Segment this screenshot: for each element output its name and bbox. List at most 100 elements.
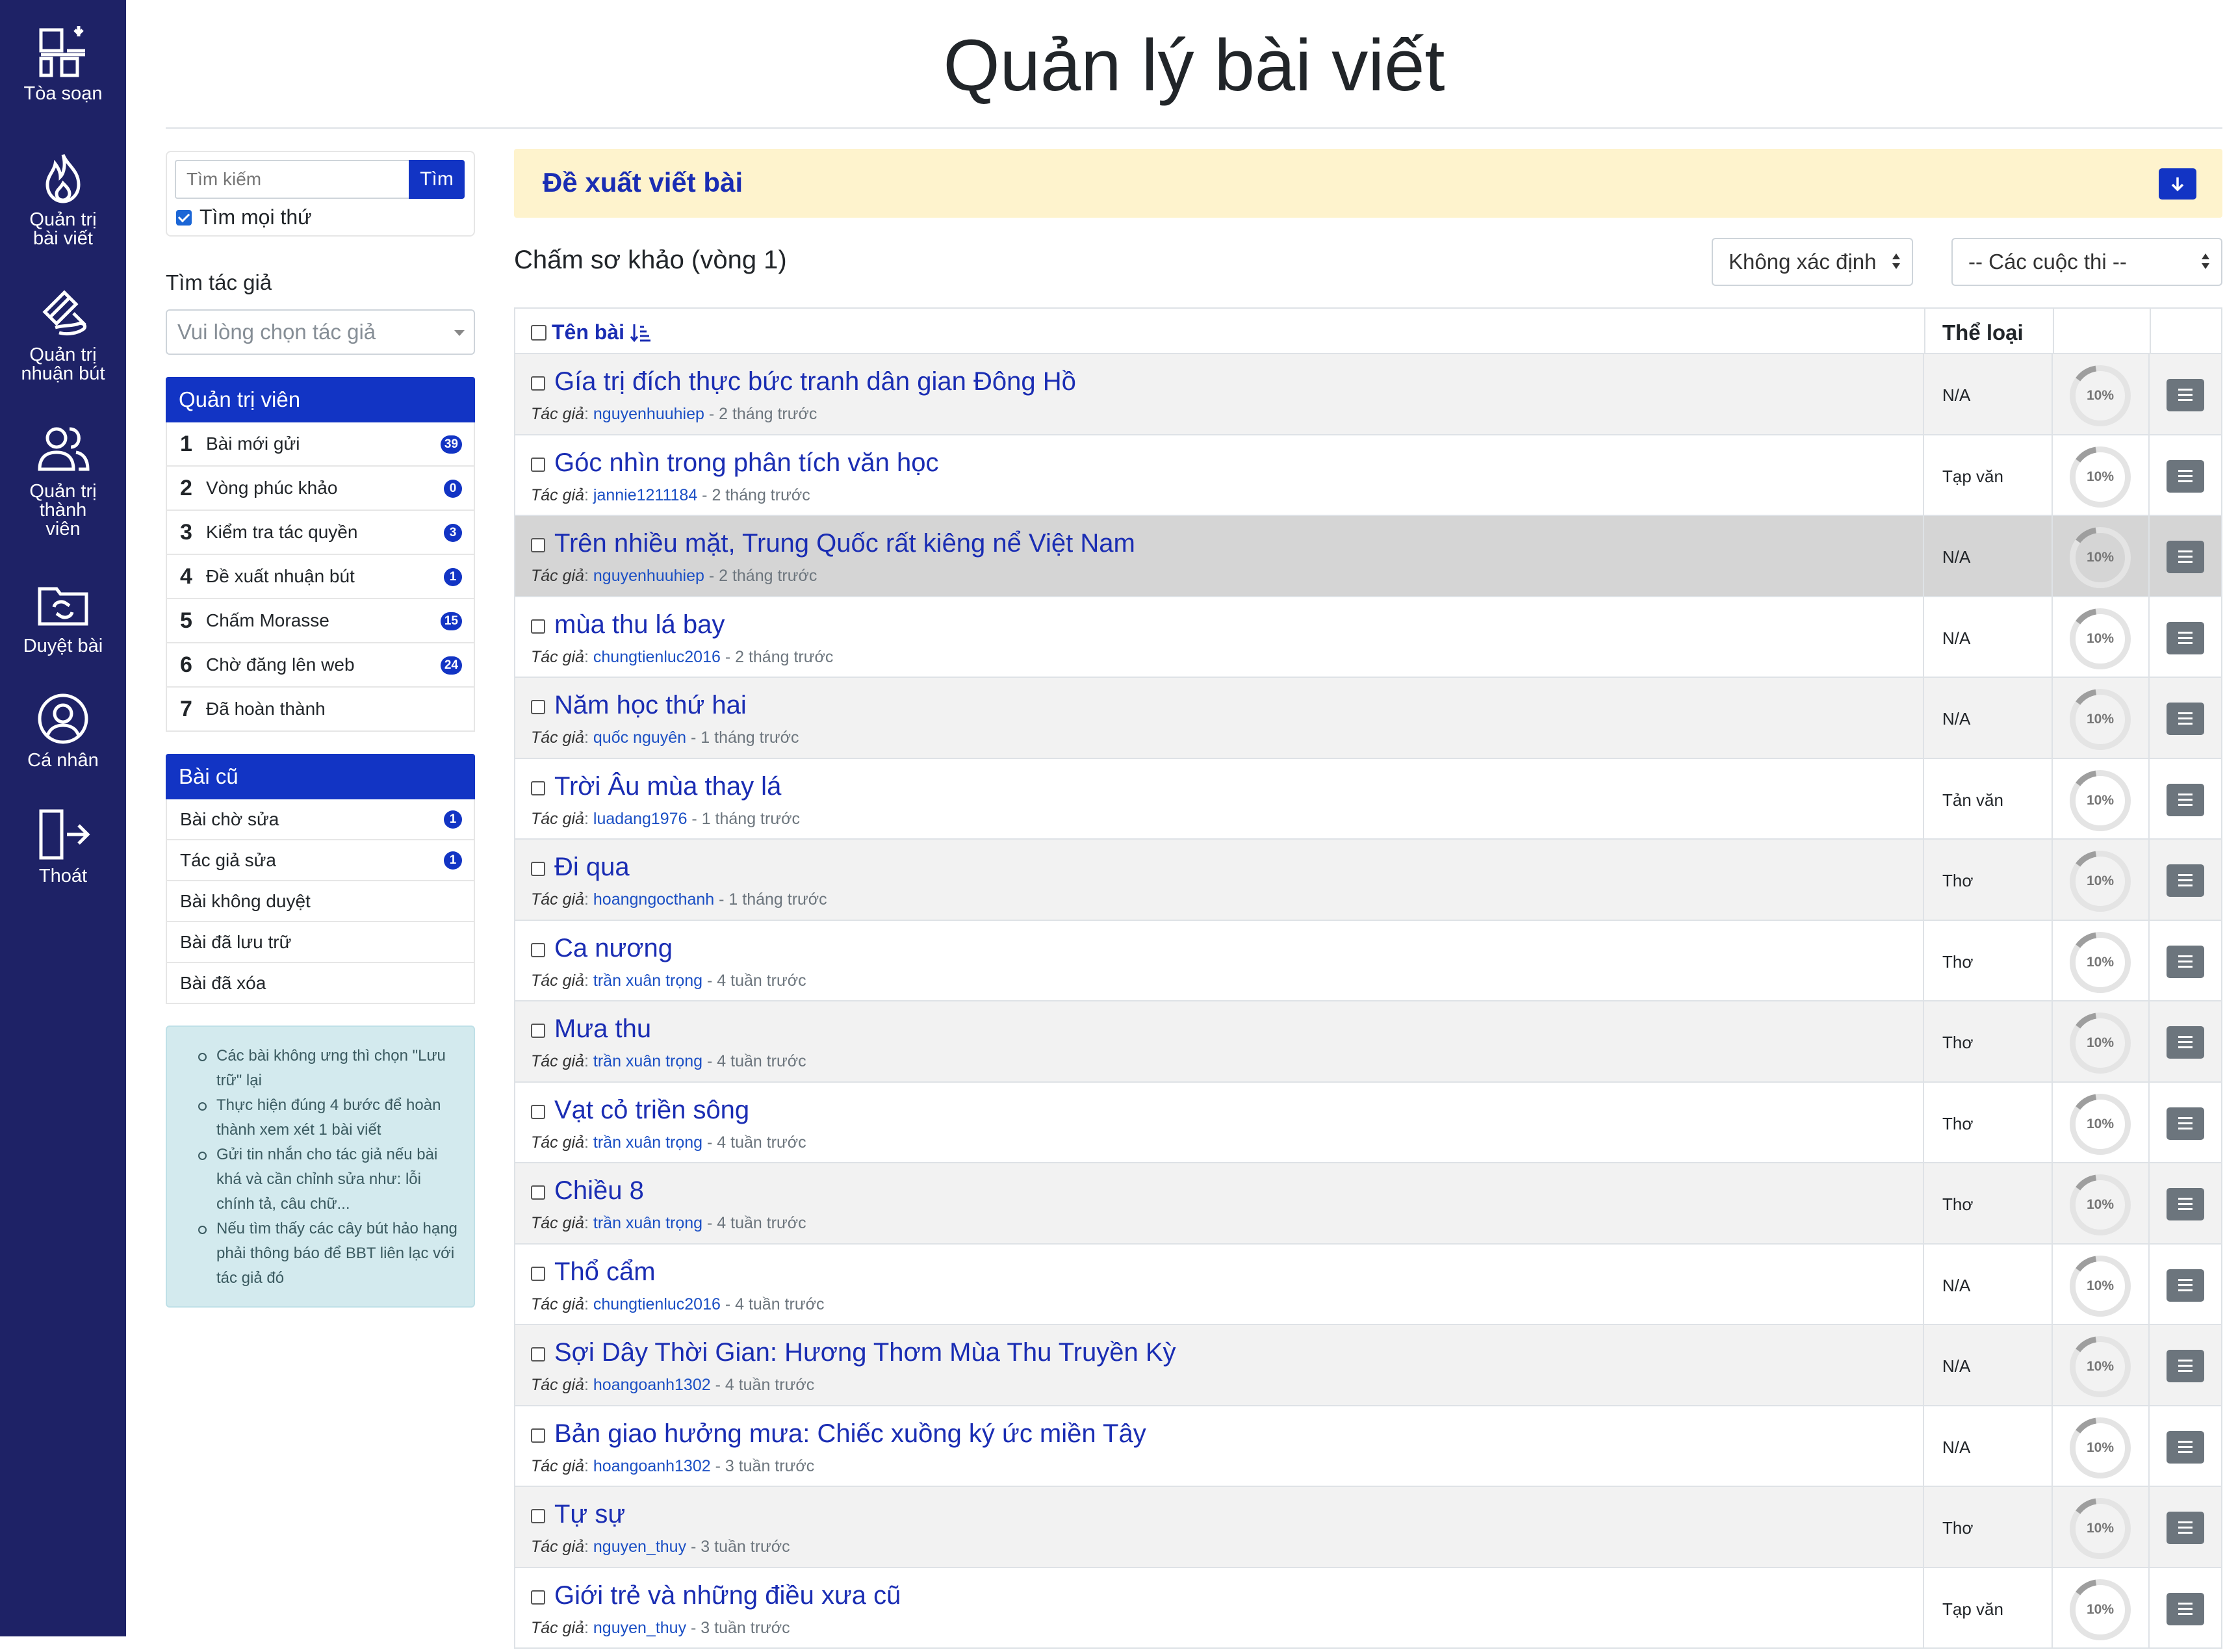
nav-royalty-admin[interactable]: Quản trị nhuận bút <box>0 286 126 383</box>
post-title-link[interactable]: Tự sự <box>554 1500 625 1529</box>
row-checkbox[interactable] <box>531 700 545 714</box>
row-checkbox[interactable] <box>531 376 545 391</box>
admin-item-morasse[interactable]: 5 Chấm Morasse 15 <box>166 599 475 643</box>
table-row[interactable]: Tự sự Tác giả: nguyen_thuy - 3 tuần trước… <box>514 1487 2222 1568</box>
expand-button[interactable] <box>2159 168 2196 200</box>
title-column-header[interactable]: Tên bài <box>531 320 652 344</box>
post-title-link[interactable]: Đi qua <box>554 853 630 882</box>
row-checkbox[interactable] <box>531 1266 545 1281</box>
old-item-pending-edit[interactable]: Bài chờ sửa 1 <box>166 799 475 840</box>
author-link[interactable]: nguyenhuuhiep <box>593 567 704 585</box>
row-checkbox[interactable] <box>531 457 545 472</box>
table-row[interactable]: Đi qua Tác giả: hoangngocthanh - 1 tháng … <box>514 840 2222 921</box>
admin-item-royalty[interactable]: 4 Đề xuất nhuận bút 1 <box>166 555 475 599</box>
proposal-bar[interactable]: Đề xuất viết bài <box>514 149 2222 218</box>
author-link[interactable]: luadang1976 <box>593 810 688 828</box>
post-title-link[interactable]: mùa thu lá bay <box>554 610 725 639</box>
search-all-checkbox[interactable] <box>176 209 192 226</box>
row-checkbox[interactable] <box>531 1347 545 1362</box>
row-menu-button[interactable] <box>2167 1350 2204 1382</box>
search-all-option[interactable]: Tìm mọi thứ <box>176 205 312 229</box>
row-menu-button[interactable] <box>2167 379 2204 411</box>
post-title-link[interactable]: Trời Âu mùa thay lá <box>554 772 781 801</box>
author-link[interactable]: trần xuân trọng <box>593 1214 702 1232</box>
row-menu-button[interactable] <box>2167 1512 2204 1544</box>
nav-review[interactable]: Duyệt bài <box>0 577 126 656</box>
post-title-link[interactable]: Thổ cẩm <box>554 1258 656 1287</box>
post-title-link[interactable]: Sợi Dây Thời Gian: Hương Thơm Mùa Thu Tr… <box>554 1338 1176 1367</box>
contest-filter-select[interactable]: -- Các cuộc thi -- <box>1951 238 2222 286</box>
post-title-link[interactable]: Mưa thu <box>554 1014 651 1044</box>
table-row[interactable]: Năm học thứ hai Tác giả: quốc nguyên - 1 … <box>514 678 2222 759</box>
row-checkbox[interactable] <box>531 1509 545 1523</box>
author-link[interactable]: chungtienluc2016 <box>593 1295 721 1313</box>
table-row[interactable]: Chiều 8 Tác giả: trần xuân trọng - 4 tuần… <box>514 1163 2222 1245</box>
admin-item-appeal[interactable]: 2 Vòng phúc khảo 0 <box>166 467 475 511</box>
table-row[interactable]: mùa thu lá bay Tác giả: chungtienluc2016 … <box>514 597 2222 678</box>
post-title-link[interactable]: Góc nhìn trong phân tích văn học <box>554 448 939 478</box>
row-menu-button[interactable] <box>2167 945 2204 978</box>
old-item-author-edit[interactable]: Tác giả sửa 1 <box>166 840 475 881</box>
admin-item-publish[interactable]: 6 Chờ đăng lên web 24 <box>166 643 475 688</box>
post-title-link[interactable]: Năm học thứ hai <box>554 691 747 720</box>
post-title-link[interactable]: Vạt cỏ triền sông <box>554 1096 749 1125</box>
nav-logout[interactable]: Thoát <box>0 807 126 886</box>
row-checkbox[interactable] <box>531 1024 545 1038</box>
old-item-rejected[interactable]: Bài không duyệt <box>166 881 475 922</box>
search-input[interactable] <box>175 160 409 199</box>
author-link[interactable]: trần xuân trọng <box>593 972 702 990</box>
row-menu-button[interactable] <box>2167 1592 2204 1625</box>
row-menu-button[interactable] <box>2167 1430 2204 1464</box>
table-row[interactable]: Gía trị đích thực bức tranh dân gian Đôn… <box>514 354 2222 435</box>
table-row[interactable]: Ca nương Tác giả: trần xuân trọng - 4 tuầ… <box>514 921 2222 1002</box>
row-checkbox[interactable] <box>531 862 545 876</box>
author-link[interactable]: trần xuân trọng <box>593 1052 702 1070</box>
table-row[interactable]: Sợi Dây Thời Gian: Hương Thơm Mùa Thu Tr… <box>514 1325 2222 1406</box>
post-title-link[interactable]: Gía trị đích thực bức tranh dân gian Đôn… <box>554 367 1076 396</box>
author-link[interactable]: nguyen_thuy <box>593 1619 686 1637</box>
author-link[interactable]: hoangoanh1302 <box>593 1376 711 1394</box>
table-row[interactable]: Giới trẻ và những điều xưa cũ Tác giả: ng… <box>514 1568 2222 1649</box>
row-checkbox[interactable] <box>531 619 545 634</box>
admin-item-new[interactable]: 1 Bài mới gửi 39 <box>166 422 475 467</box>
author-link[interactable]: nguyen_thuy <box>593 1538 686 1556</box>
post-title-link[interactable]: Bản giao hưởng mưa: Chiếc xuồng ký ức mi… <box>554 1419 1146 1449</box>
post-title-link[interactable]: Giới trẻ và những điều xưa cũ <box>554 1581 901 1610</box>
author-link[interactable]: trần xuân trọng <box>593 1133 702 1152</box>
row-checkbox[interactable] <box>531 781 545 795</box>
row-menu-button[interactable] <box>2167 541 2204 573</box>
status-filter-select[interactable]: Không xác định <box>1712 238 1913 286</box>
nav-members-admin[interactable]: Quản trị thành viên <box>0 422 126 539</box>
author-link[interactable]: quốc nguyên <box>593 729 686 747</box>
row-menu-button[interactable] <box>2167 1188 2204 1220</box>
row-menu-button[interactable] <box>2167 1269 2204 1302</box>
row-menu-button[interactable] <box>2167 1026 2204 1059</box>
table-row[interactable]: Bản giao hưởng mưa: Chiếc xuồng ký ức mi… <box>514 1406 2222 1488</box>
table-row[interactable]: Thổ cẩm Tác giả: chungtienluc2016 - 4 tuầ… <box>514 1245 2222 1326</box>
post-title-link[interactable]: Ca nương <box>554 934 673 963</box>
row-checkbox[interactable] <box>531 942 545 957</box>
row-menu-button[interactable] <box>2167 621 2204 654</box>
author-link[interactable]: nguyenhuuhiep <box>593 405 704 423</box>
row-checkbox[interactable] <box>531 1185 545 1200</box>
author-link[interactable]: chungtienluc2016 <box>593 648 721 666</box>
nav-profile[interactable]: Cá nhân <box>0 691 126 770</box>
table-row[interactable]: Góc nhìn trong phân tích văn học Tác giả:… <box>514 435 2222 517</box>
row-menu-button[interactable] <box>2167 864 2204 897</box>
author-link[interactable]: jannie1211184 <box>593 486 697 504</box>
old-item-deleted[interactable]: Bài đã xóa <box>166 963 475 1004</box>
table-row[interactable]: Trời Âu mùa thay lá Tác giả: luadang1976 … <box>514 759 2222 840</box>
author-link[interactable]: hoangngocthanh <box>593 890 714 909</box>
table-row[interactable]: Mưa thu Tác giả: trần xuân trọng - 4 tuần… <box>514 1001 2222 1083</box>
row-menu-button[interactable] <box>2167 703 2204 735</box>
select-all-checkbox[interactable] <box>531 324 547 341</box>
nav-posts-admin[interactable]: Quản trị bài viết <box>0 151 126 248</box>
row-menu-button[interactable] <box>2167 1107 2204 1140</box>
author-link[interactable]: hoangoanh1302 <box>593 1457 711 1475</box>
row-menu-button[interactable] <box>2167 459 2204 493</box>
author-select[interactable]: Vui lòng chọn tác giả <box>166 309 475 355</box>
row-checkbox[interactable] <box>531 1428 545 1443</box>
row-menu-button[interactable] <box>2167 783 2204 816</box>
old-item-archived[interactable]: Bài đã lưu trữ <box>166 922 475 963</box>
post-title-link[interactable]: Chiều 8 <box>554 1176 644 1206</box>
